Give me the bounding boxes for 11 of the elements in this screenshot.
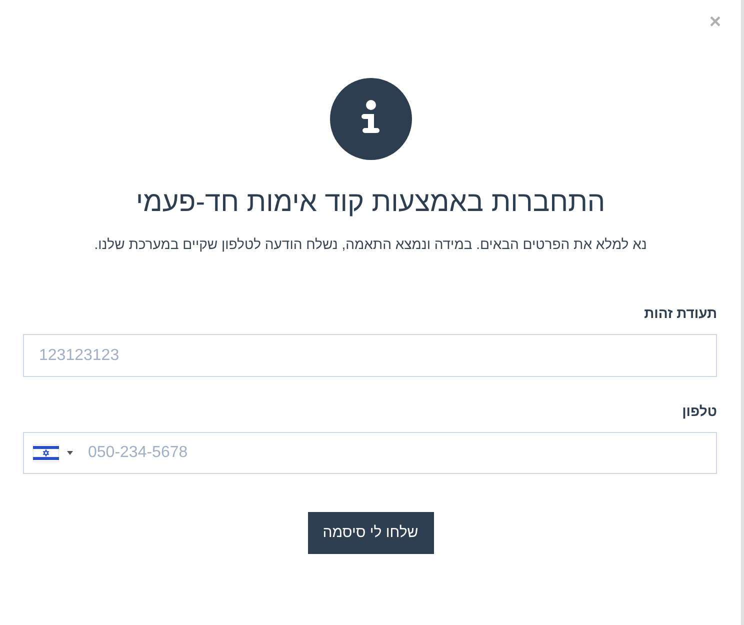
send-password-button[interactable]: שלחו לי סיסמה [308,512,434,554]
id-number-field[interactable]: 123123123 [23,334,717,377]
dialog-description: נא למלא את הפרטים הבאים. במידה ונמצא התאמה, נשלח הודעה לטלפון שקיים במערכת שלנו. [94,235,647,254]
country-selector[interactable] [33,444,73,462]
field-label: תעודת זהות [643,304,717,323]
phone-field[interactable]: 050-234-5678 [23,432,717,474]
field-label: טלפון [681,402,717,421]
israel-flag-icon [33,444,59,462]
dialog-title: התחברות באמצעות קוד אימות חד-פעמי [136,185,606,219]
caret-icon [67,451,73,455]
info-icon [330,78,412,160]
